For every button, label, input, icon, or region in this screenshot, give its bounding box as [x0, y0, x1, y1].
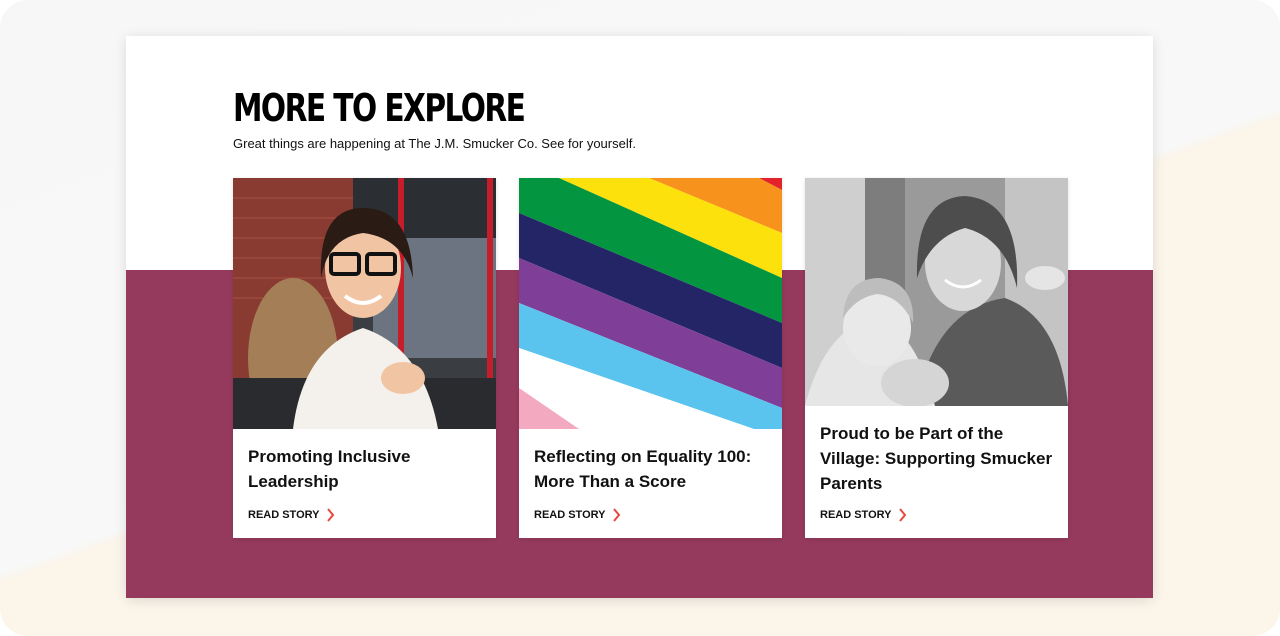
read-story-link[interactable]: READ STORY	[534, 508, 621, 522]
read-story-link[interactable]: READ STORY	[820, 508, 907, 522]
chevron-right-icon	[898, 508, 906, 522]
explore-section: MORE TO EXPLORE Great things are happeni…	[126, 36, 1153, 598]
read-story-label: READ STORY	[534, 509, 606, 521]
chevron-right-icon	[612, 508, 620, 522]
mother-with-children-photo[interactable]	[805, 178, 1068, 406]
story-card-inclusive-leadership[interactable]: Promoting Inclusive Leadership READ STOR…	[233, 178, 496, 538]
chevron-right-icon	[326, 508, 334, 522]
story-card-equality-100[interactable]: Reflecting on Equality 100: More Than a …	[519, 178, 782, 538]
pride-rainbow-image[interactable]	[519, 178, 782, 429]
card-title[interactable]: Promoting Inclusive Leadership	[248, 444, 484, 494]
card-title[interactable]: Proud to be Part of the Village: Support…	[820, 421, 1056, 496]
read-story-link[interactable]: READ STORY	[248, 508, 335, 522]
story-card-smucker-parents[interactable]: Proud to be Part of the Village: Support…	[805, 178, 1068, 538]
read-story-label: READ STORY	[248, 509, 320, 521]
read-story-label: READ STORY	[820, 509, 892, 521]
card-title[interactable]: Reflecting on Equality 100: More Than a …	[534, 444, 770, 494]
section-title: MORE TO EXPLORE	[233, 86, 526, 130]
section-subtitle: Great things are happening at The J.M. S…	[233, 136, 636, 151]
woman-with-glasses-photo[interactable]	[233, 178, 496, 429]
